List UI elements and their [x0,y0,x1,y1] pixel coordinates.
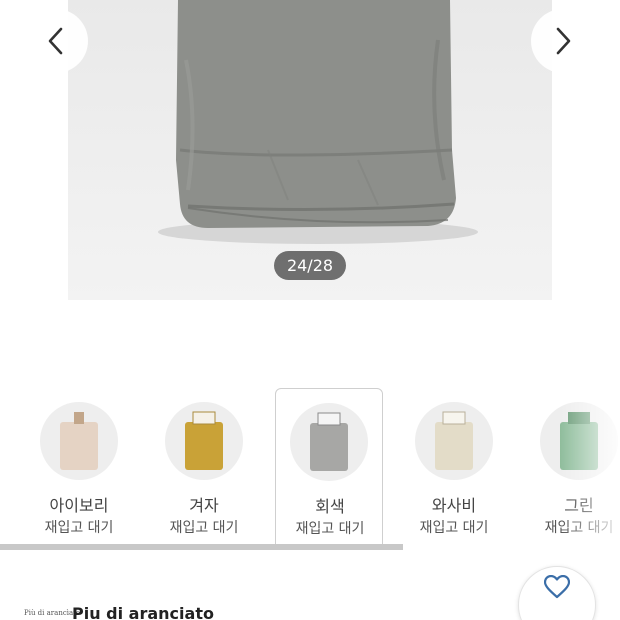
color-option-mustard[interactable]: 겨자 재입고 대기 [150,388,258,550]
restock-status: 재입고 대기 [169,520,239,536]
color-option-label: 겨자 [189,496,219,515]
color-thumb-mustard [165,402,243,480]
color-option-ivory[interactable]: 아이보리 재입고 대기 [25,388,133,550]
gray-bag-thumbnail [290,403,368,481]
color-thumb-gray [290,403,368,481]
color-thumb-ivory [40,402,118,480]
image-counter: 24/28 [274,251,346,280]
product-gallery[interactable]: 24/28 [0,0,620,300]
chevron-right-icon [556,27,571,55]
heart-outline-icon [544,575,570,599]
wasabi-bag-thumbnail [415,402,493,480]
chevron-left-icon [48,27,63,55]
restock-status: 재입고 대기 [44,520,114,536]
ivory-bag-thumbnail [40,402,118,480]
restock-status: 재입고 대기 [419,520,489,536]
next-image-button[interactable] [531,9,595,73]
color-options[interactable]: 아이보리 재입고 대기 겨자 재입고 대기 회색 재입고 대기 와사비 재입고 … [0,388,620,550]
color-option-label: 와사비 [431,496,477,515]
color-option-label: 회색 [315,497,345,516]
restock-status: 재입고 대기 [295,521,365,537]
color-option-gray[interactable]: 회색 재입고 대기 [275,388,383,550]
color-thumb-wasabi [415,402,493,480]
options-scrollbar[interactable] [0,544,403,550]
scroll-fade-overlay [560,388,620,550]
prev-image-button[interactable] [24,9,88,73]
color-option-wasabi[interactable]: 와사비 재입고 대기 [400,388,508,550]
color-option-label: 아이보리 [49,496,109,515]
mustard-bag-thumbnail [165,402,243,480]
like-button[interactable] [518,566,596,620]
shop-name[interactable]: Piu di aranciato [72,604,214,620]
